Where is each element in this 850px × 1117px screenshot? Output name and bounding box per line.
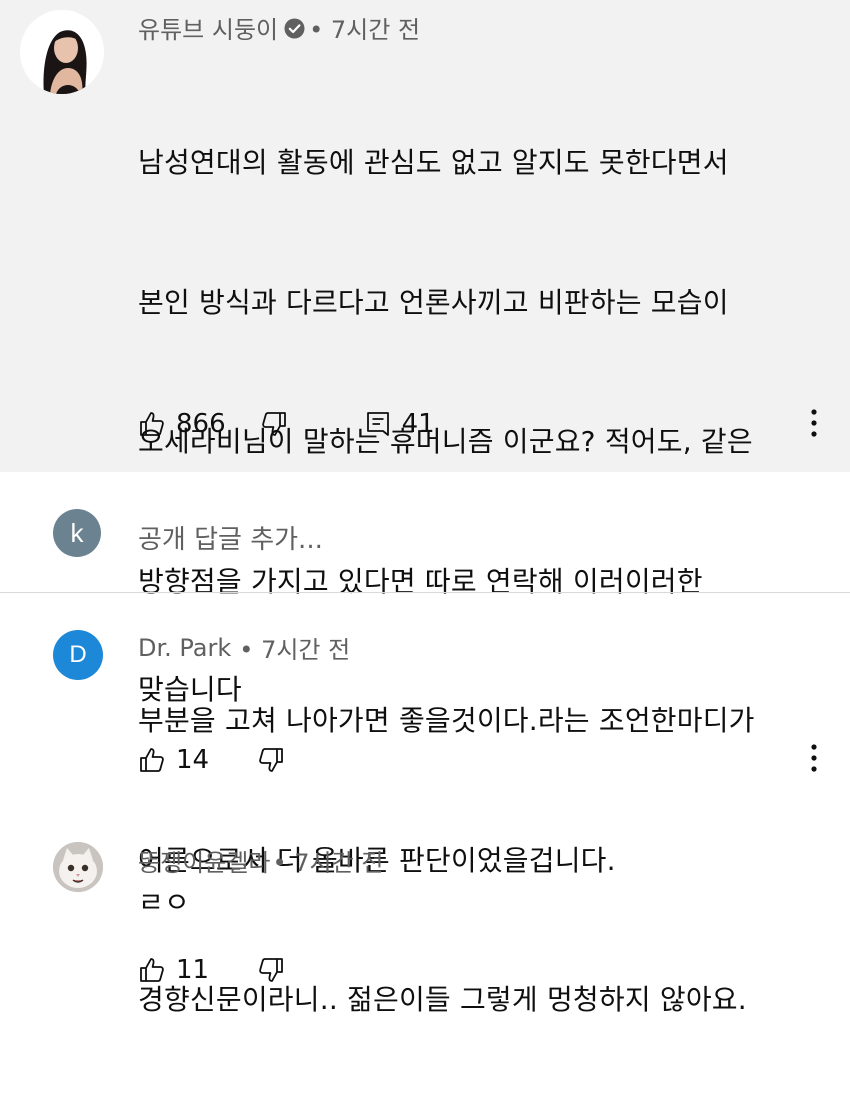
like-button[interactable] xyxy=(138,746,166,774)
reply-author[interactable]: Dr. Park xyxy=(138,634,231,662)
dislike-button[interactable] xyxy=(257,956,285,984)
avatar-letter: D xyxy=(69,641,87,668)
thumbs-down-icon xyxy=(259,748,283,772)
more-options-button[interactable] xyxy=(804,407,824,439)
comment-line: 남성연대의 활동에 관심도 없고 알지도 못한다면서 xyxy=(138,146,729,179)
verified-badge-icon xyxy=(284,17,305,39)
more-options-button[interactable] xyxy=(804,742,824,774)
avatar-letter: k xyxy=(70,517,84,548)
reply-count: 41 xyxy=(401,409,435,439)
comment-line: 본인 방식과 다르다고 언론사끼고 비판하는 모습이 xyxy=(138,285,729,319)
thumbs-up-icon xyxy=(140,412,164,436)
thumbs-up-icon xyxy=(140,748,164,772)
thumbs-up-icon xyxy=(140,958,164,982)
like-count: 866 xyxy=(176,409,226,439)
reply-time[interactable]: • 7시간 전 xyxy=(272,843,383,878)
current-user-avatar[interactable]: k xyxy=(53,509,101,557)
dislike-button[interactable] xyxy=(257,746,285,774)
highlighted-comment: 유튜브 시둥이 • 7시간 전 남성연대의 활동에 관심도 없고 알지도 못한다… xyxy=(0,0,850,1016)
comment-meta: 유튜브 시둥이 • 7시간 전 xyxy=(138,10,420,45)
reply-actions: 14 xyxy=(138,740,285,780)
reply-avatar[interactable]: D xyxy=(53,630,103,680)
reply-author[interactable]: 똥쟁이윤겔라 xyxy=(138,843,270,878)
thumbs-down-icon xyxy=(261,412,286,436)
add-reply-row[interactable] xyxy=(0,472,850,592)
thumbs-down-icon xyxy=(259,958,283,982)
more-vert-icon xyxy=(811,744,817,772)
reply-text: ㄹㅇ xyxy=(138,886,190,919)
like-button[interactable] xyxy=(138,956,166,984)
comment-time[interactable]: • 7시간 전 xyxy=(309,10,420,45)
reply-meta: Dr. Park • 7시간 전 xyxy=(138,630,350,665)
reply-meta: 똥쟁이윤겔라 • 7시간 전 xyxy=(138,843,383,878)
reply-input[interactable]: 공개 답글 추가... xyxy=(138,519,323,556)
author-avatar[interactable] xyxy=(20,10,104,94)
author-name[interactable]: 유튜브 시둥이 xyxy=(138,10,278,45)
reply-actions: 11 xyxy=(138,950,285,990)
more-vert-icon xyxy=(811,409,817,437)
like-count: 11 xyxy=(176,955,210,985)
comment-actions: 866 41 xyxy=(138,404,435,444)
reply-avatar[interactable] xyxy=(53,842,103,892)
reply-comment-icon xyxy=(366,412,389,436)
like-button[interactable] xyxy=(138,410,166,438)
replies-button[interactable] xyxy=(364,410,392,438)
reply-text: 맞습니다 xyxy=(138,673,242,706)
dislike-button[interactable] xyxy=(260,410,288,438)
cat-avatar-image xyxy=(53,842,103,892)
reply-time[interactable]: • 7시간 전 xyxy=(239,630,350,665)
divider xyxy=(0,592,850,593)
like-count: 14 xyxy=(176,745,210,775)
